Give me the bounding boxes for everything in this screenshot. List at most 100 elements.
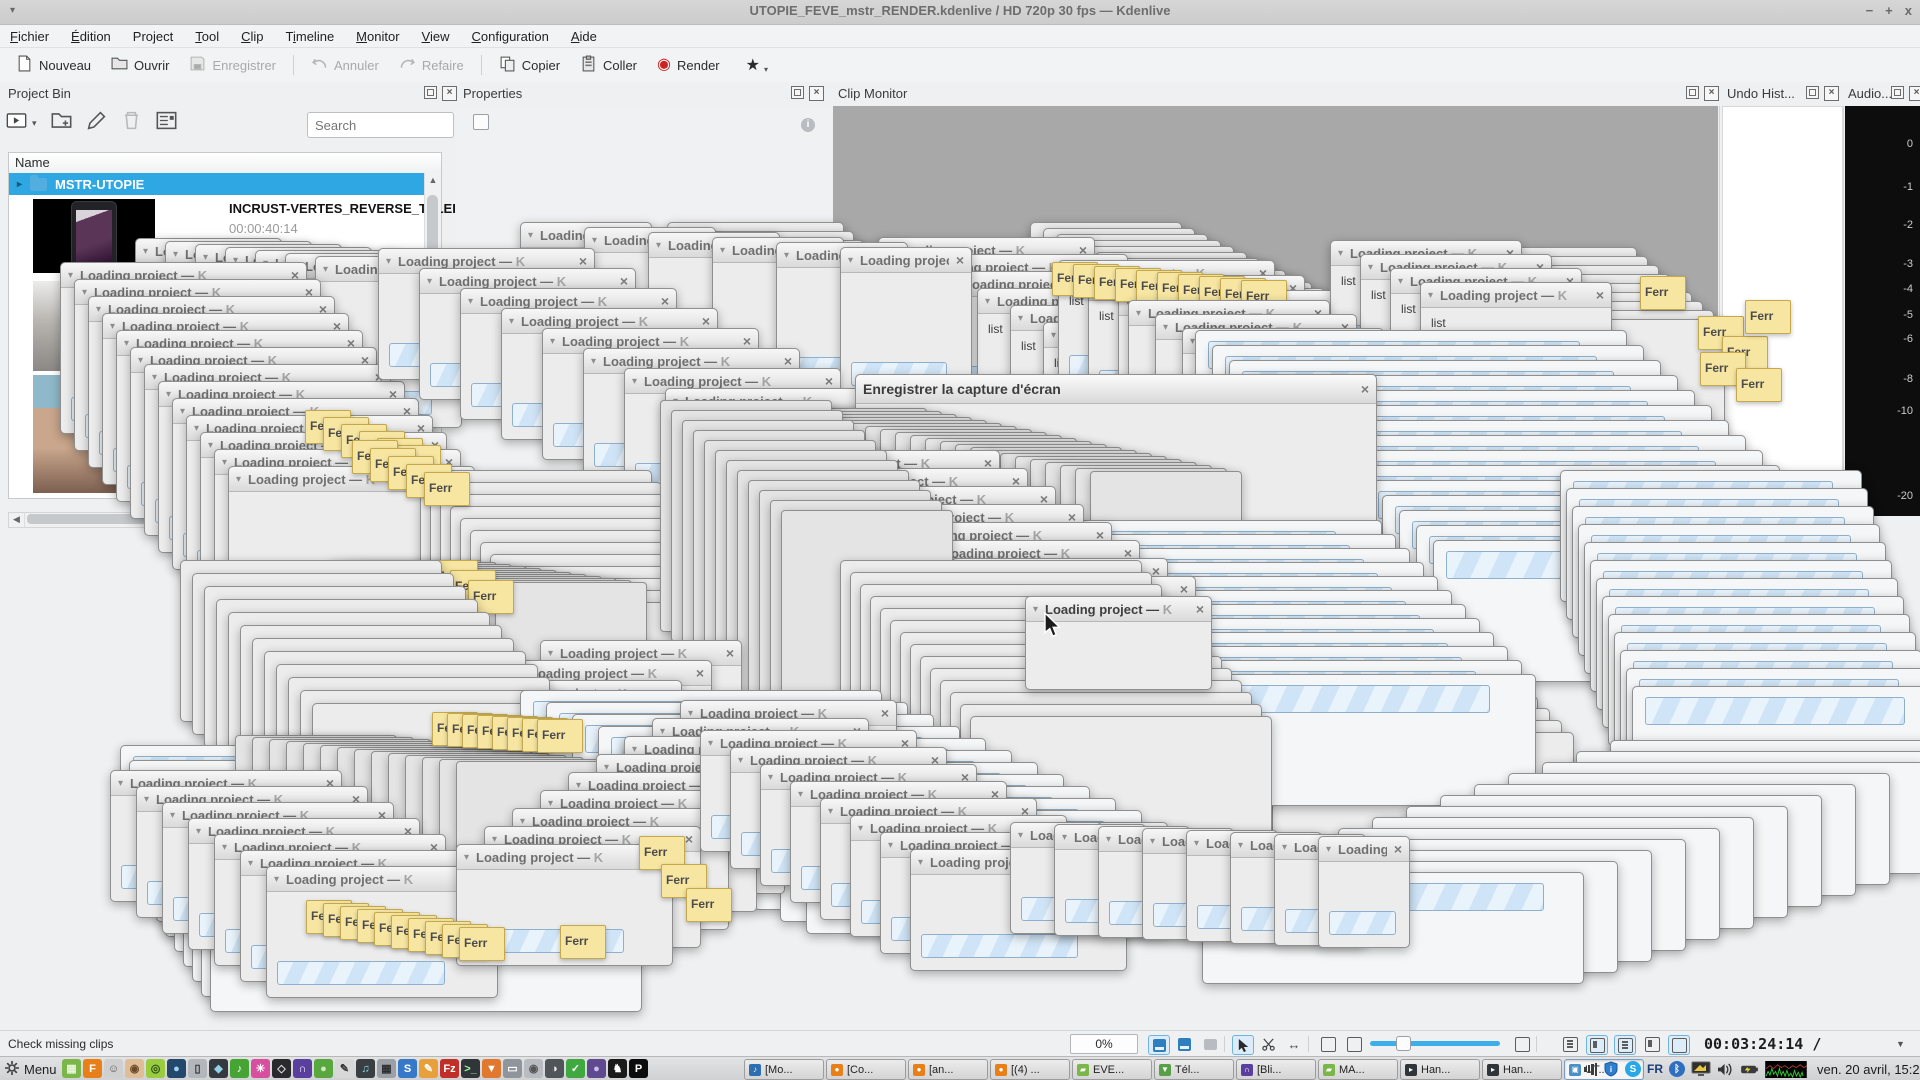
collapse-triangle-icon[interactable]: ▾ bbox=[143, 246, 148, 257]
collapse-triangle-icon[interactable]: ▾ bbox=[548, 648, 553, 659]
taskbar-window-button[interactable]: ●[Co... bbox=[826, 1059, 906, 1080]
name-column-header[interactable]: Name bbox=[9, 153, 441, 174]
globe-icon[interactable]: ● bbox=[167, 1059, 186, 1078]
collapse-triangle-icon[interactable]: ▾ bbox=[196, 826, 201, 837]
sublime-icon[interactable]: S bbox=[398, 1059, 417, 1078]
show-markers-icon[interactable] bbox=[1642, 1035, 1662, 1053]
collapse-triangle-icon[interactable]: ▾ bbox=[1326, 844, 1331, 855]
sphere-icon[interactable]: ● bbox=[587, 1059, 606, 1078]
collapse-triangle-icon[interactable]: ▾ bbox=[236, 474, 241, 485]
edit-mode-normal-icon[interactable] bbox=[1148, 1035, 1170, 1055]
terminal-icon[interactable]: >_ bbox=[461, 1059, 480, 1078]
warning-popup[interactable]: Ferr bbox=[537, 719, 583, 753]
pen-icon[interactable]: ✎ bbox=[335, 1059, 354, 1078]
close-panel-icon[interactable]: × bbox=[809, 86, 824, 101]
display-icon[interactable] bbox=[1691, 1061, 1711, 1077]
collapse-triangle-icon[interactable]: ▾ bbox=[632, 744, 637, 755]
dialog-close-icon[interactable]: × bbox=[726, 645, 734, 661]
collapse-triangle-icon[interactable]: ▾ bbox=[1033, 604, 1038, 615]
disk-icon[interactable]: ◉ bbox=[524, 1059, 543, 1078]
properties-checkbox[interactable] bbox=[473, 114, 489, 130]
notifier-handle-icon[interactable]: ⋮ bbox=[1568, 1064, 1578, 1075]
security-shield-icon[interactable]: i bbox=[1603, 1061, 1619, 1077]
tool-select-icon[interactable] bbox=[1232, 1035, 1254, 1055]
collapse-triangle-icon[interactable]: ▾ bbox=[170, 810, 175, 821]
window-menu-icon[interactable]: ▾ bbox=[10, 5, 15, 16]
collapse-triangle-icon[interactable]: ▾ bbox=[798, 789, 803, 800]
warning-popup[interactable]: Ferr bbox=[424, 472, 470, 506]
bin-folder-row[interactable]: ▸ MSTR-UTOPIE bbox=[9, 173, 433, 195]
create-folder-button[interactable] bbox=[51, 110, 72, 136]
collapse-triangle-icon[interactable]: ▾ bbox=[1018, 830, 1023, 841]
collapse-triangle-icon[interactable]: ▾ bbox=[82, 287, 87, 298]
add-clip-button[interactable] bbox=[6, 110, 27, 136]
collapse-triangle-icon[interactable]: ▾ bbox=[1194, 838, 1199, 849]
collapse-triangle-icon[interactable]: ▾ bbox=[688, 708, 693, 719]
horse-icon[interactable]: ♞ bbox=[608, 1059, 627, 1078]
warning-popup[interactable]: Ferr bbox=[459, 927, 505, 961]
collapse-triangle-icon[interactable]: ▾ bbox=[194, 423, 199, 434]
copier-button[interactable]: Copier bbox=[491, 51, 568, 79]
collapse-triangle-icon[interactable]: ▾ bbox=[1398, 276, 1403, 287]
collapse-triangle-icon[interactable]: ▾ bbox=[144, 794, 149, 805]
taskbar-window-button[interactable]: ▼Tél... bbox=[1154, 1059, 1234, 1080]
scroll-up-icon[interactable]: ▲ bbox=[425, 173, 441, 187]
panel-splitter[interactable] bbox=[1843, 106, 1844, 520]
audio-monitor-icon[interactable] bbox=[1765, 1061, 1807, 1078]
collapse-triangle-icon[interactable]: ▾ bbox=[918, 857, 923, 868]
collapse-triangle-icon[interactable]: ▾ bbox=[828, 806, 833, 817]
kde-tool-icon[interactable]: ◆ bbox=[209, 1059, 228, 1078]
collapse-triangle-icon[interactable]: ▾ bbox=[720, 245, 725, 256]
notes-icon[interactable]: ✎ bbox=[419, 1059, 438, 1078]
collapse-triangle-icon[interactable]: ▾ bbox=[1163, 322, 1168, 333]
favorite-effects-button[interactable]: ★▾ bbox=[738, 51, 776, 79]
collapse-triangle-icon[interactable]: ▾ bbox=[492, 834, 497, 845]
radio-icon[interactable]: ♫ bbox=[356, 1059, 375, 1078]
expand-triangle-icon[interactable]: ▸ bbox=[17, 179, 22, 190]
collapse-triangle-icon[interactable]: ▾ bbox=[1062, 832, 1067, 843]
menu-item-aide[interactable]: Aide bbox=[571, 29, 597, 44]
scroll-left-icon[interactable]: ◀ bbox=[9, 513, 25, 527]
chevron-down-icon[interactable]: ▾ bbox=[32, 118, 37, 129]
close-panel-icon[interactable]: × bbox=[442, 86, 457, 101]
collapse-triangle-icon[interactable]: ▾ bbox=[152, 372, 157, 383]
collapse-triangle-icon[interactable]: ▾ bbox=[208, 440, 213, 451]
taskbar-window-button[interactable]: ▸Han... bbox=[1400, 1059, 1480, 1080]
taskbar-window-button[interactable]: ●[an... bbox=[908, 1059, 988, 1080]
eye-icon[interactable]: ◉ bbox=[125, 1059, 144, 1078]
dialog-close-icon[interactable]: × bbox=[784, 353, 792, 369]
dialog-close-icon[interactable]: × bbox=[881, 705, 889, 721]
collapse-triangle-icon[interactable]: ▾ bbox=[248, 858, 253, 869]
collapse-triangle-icon[interactable]: ▾ bbox=[576, 780, 581, 791]
timeline-zoom-slider[interactable] bbox=[1370, 1041, 1500, 1046]
dialog-titlebar[interactable]: ▾Loading project — K× bbox=[1026, 597, 1211, 622]
float-panel-icon[interactable] bbox=[1806, 86, 1819, 99]
warning-popup[interactable]: Ferr bbox=[560, 925, 606, 959]
menu-item-monitor[interactable]: Monitor bbox=[356, 29, 399, 44]
music-icon[interactable]: ♪ bbox=[230, 1059, 249, 1078]
warning-popup[interactable]: Ferr bbox=[1736, 368, 1782, 402]
zoom-project-icon[interactable] bbox=[1344, 1035, 1364, 1053]
dialog-close-icon[interactable]: × bbox=[1180, 581, 1188, 597]
dialog-titlebar[interactable]: Enregistrer la capture d'écran× bbox=[856, 375, 1376, 404]
collapse-triangle-icon[interactable]: ▾ bbox=[656, 240, 661, 251]
collapse-triangle-icon[interactable]: ▾ bbox=[138, 355, 143, 366]
timecode-caret-icon[interactable]: ▼ bbox=[1896, 1039, 1905, 1049]
dialog-titlebar[interactable]: ▾Loading project — K× bbox=[1421, 283, 1611, 308]
loading-project-dialog[interactable]: ▾Loading project — K× bbox=[1025, 596, 1212, 690]
maximize-button[interactable]: + bbox=[1885, 3, 1893, 18]
collapse-triangle-icon[interactable]: ▾ bbox=[222, 457, 227, 468]
collapse-triangle-icon[interactable]: ▾ bbox=[468, 296, 473, 307]
nouveau-button[interactable]: Nouveau bbox=[8, 51, 99, 79]
menu-item-clip[interactable]: Clip bbox=[241, 29, 263, 44]
loading-project-dialog[interactable]: ▾Loading project — K× bbox=[1318, 836, 1410, 948]
phone-icon[interactable]: ▯ bbox=[188, 1059, 207, 1078]
check-icon[interactable]: ✓ bbox=[566, 1059, 585, 1078]
collapse-triangle-icon[interactable]: ▾ bbox=[738, 755, 743, 766]
collapse-triangle-icon[interactable]: ▾ bbox=[1428, 290, 1433, 301]
zoom-fit-icon[interactable] bbox=[1318, 1035, 1338, 1053]
collapse-triangle-icon[interactable]: ▾ bbox=[96, 304, 101, 315]
dialog-close-icon[interactable]: × bbox=[1394, 841, 1402, 857]
track-height-icon[interactable] bbox=[1560, 1035, 1580, 1053]
menu-item-project[interactable]: Project bbox=[133, 29, 173, 44]
